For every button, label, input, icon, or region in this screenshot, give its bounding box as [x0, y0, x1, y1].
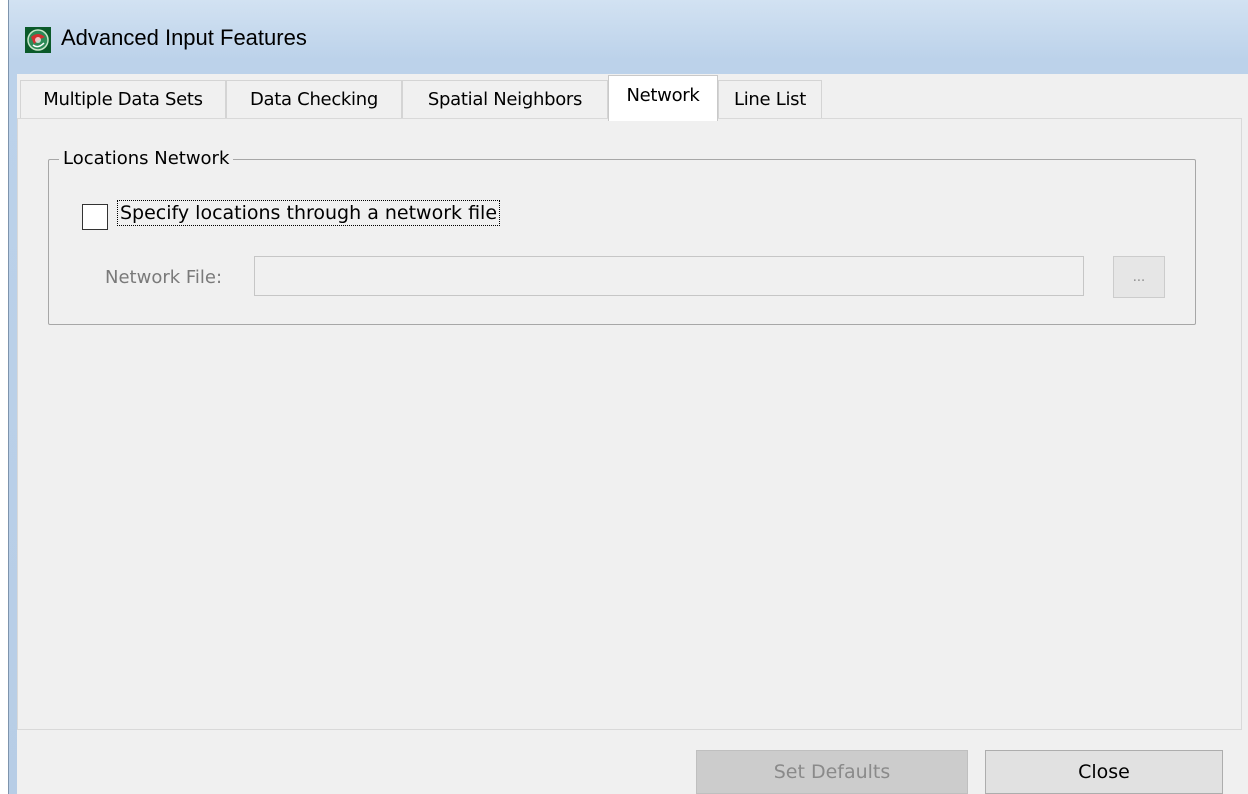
- network-file-checkbox-label[interactable]: Specify locations through a network file: [116, 200, 501, 226]
- network-file-input[interactable]: [254, 256, 1084, 296]
- dialog-client-area: Multiple Data Sets Data Checking Spatial…: [17, 74, 1248, 794]
- tab-line-list[interactable]: Line List: [718, 80, 822, 118]
- network-tab-page: Locations Network Specify locations thro…: [17, 118, 1242, 730]
- tab-multiple-data-sets[interactable]: Multiple Data Sets: [20, 80, 226, 118]
- set-defaults-button[interactable]: Set Defaults: [696, 750, 968, 794]
- locations-network-group: Locations Network Specify locations thro…: [48, 148, 1196, 325]
- network-file-checkbox[interactable]: [82, 204, 108, 230]
- network-file-label: Network File:: [105, 267, 223, 288]
- tab-strip: Multiple Data Sets Data Checking Spatial…: [17, 74, 1248, 121]
- tab-spatial-neighbors[interactable]: Spatial Neighbors: [402, 80, 608, 118]
- group-title: Locations Network: [59, 148, 234, 169]
- title-bar[interactable]: Advanced Input Features: [9, 0, 1248, 70]
- dialog-window: Advanced Input Features Multiple Data Se…: [8, 0, 1248, 794]
- tab-network[interactable]: Network: [608, 75, 718, 121]
- browse-button[interactable]: ...: [1113, 256, 1165, 298]
- close-button[interactable]: Close: [985, 750, 1223, 794]
- window-title: Advanced Input Features: [61, 25, 307, 50]
- app-globe-icon: [25, 27, 51, 53]
- tab-data-checking[interactable]: Data Checking: [226, 80, 402, 118]
